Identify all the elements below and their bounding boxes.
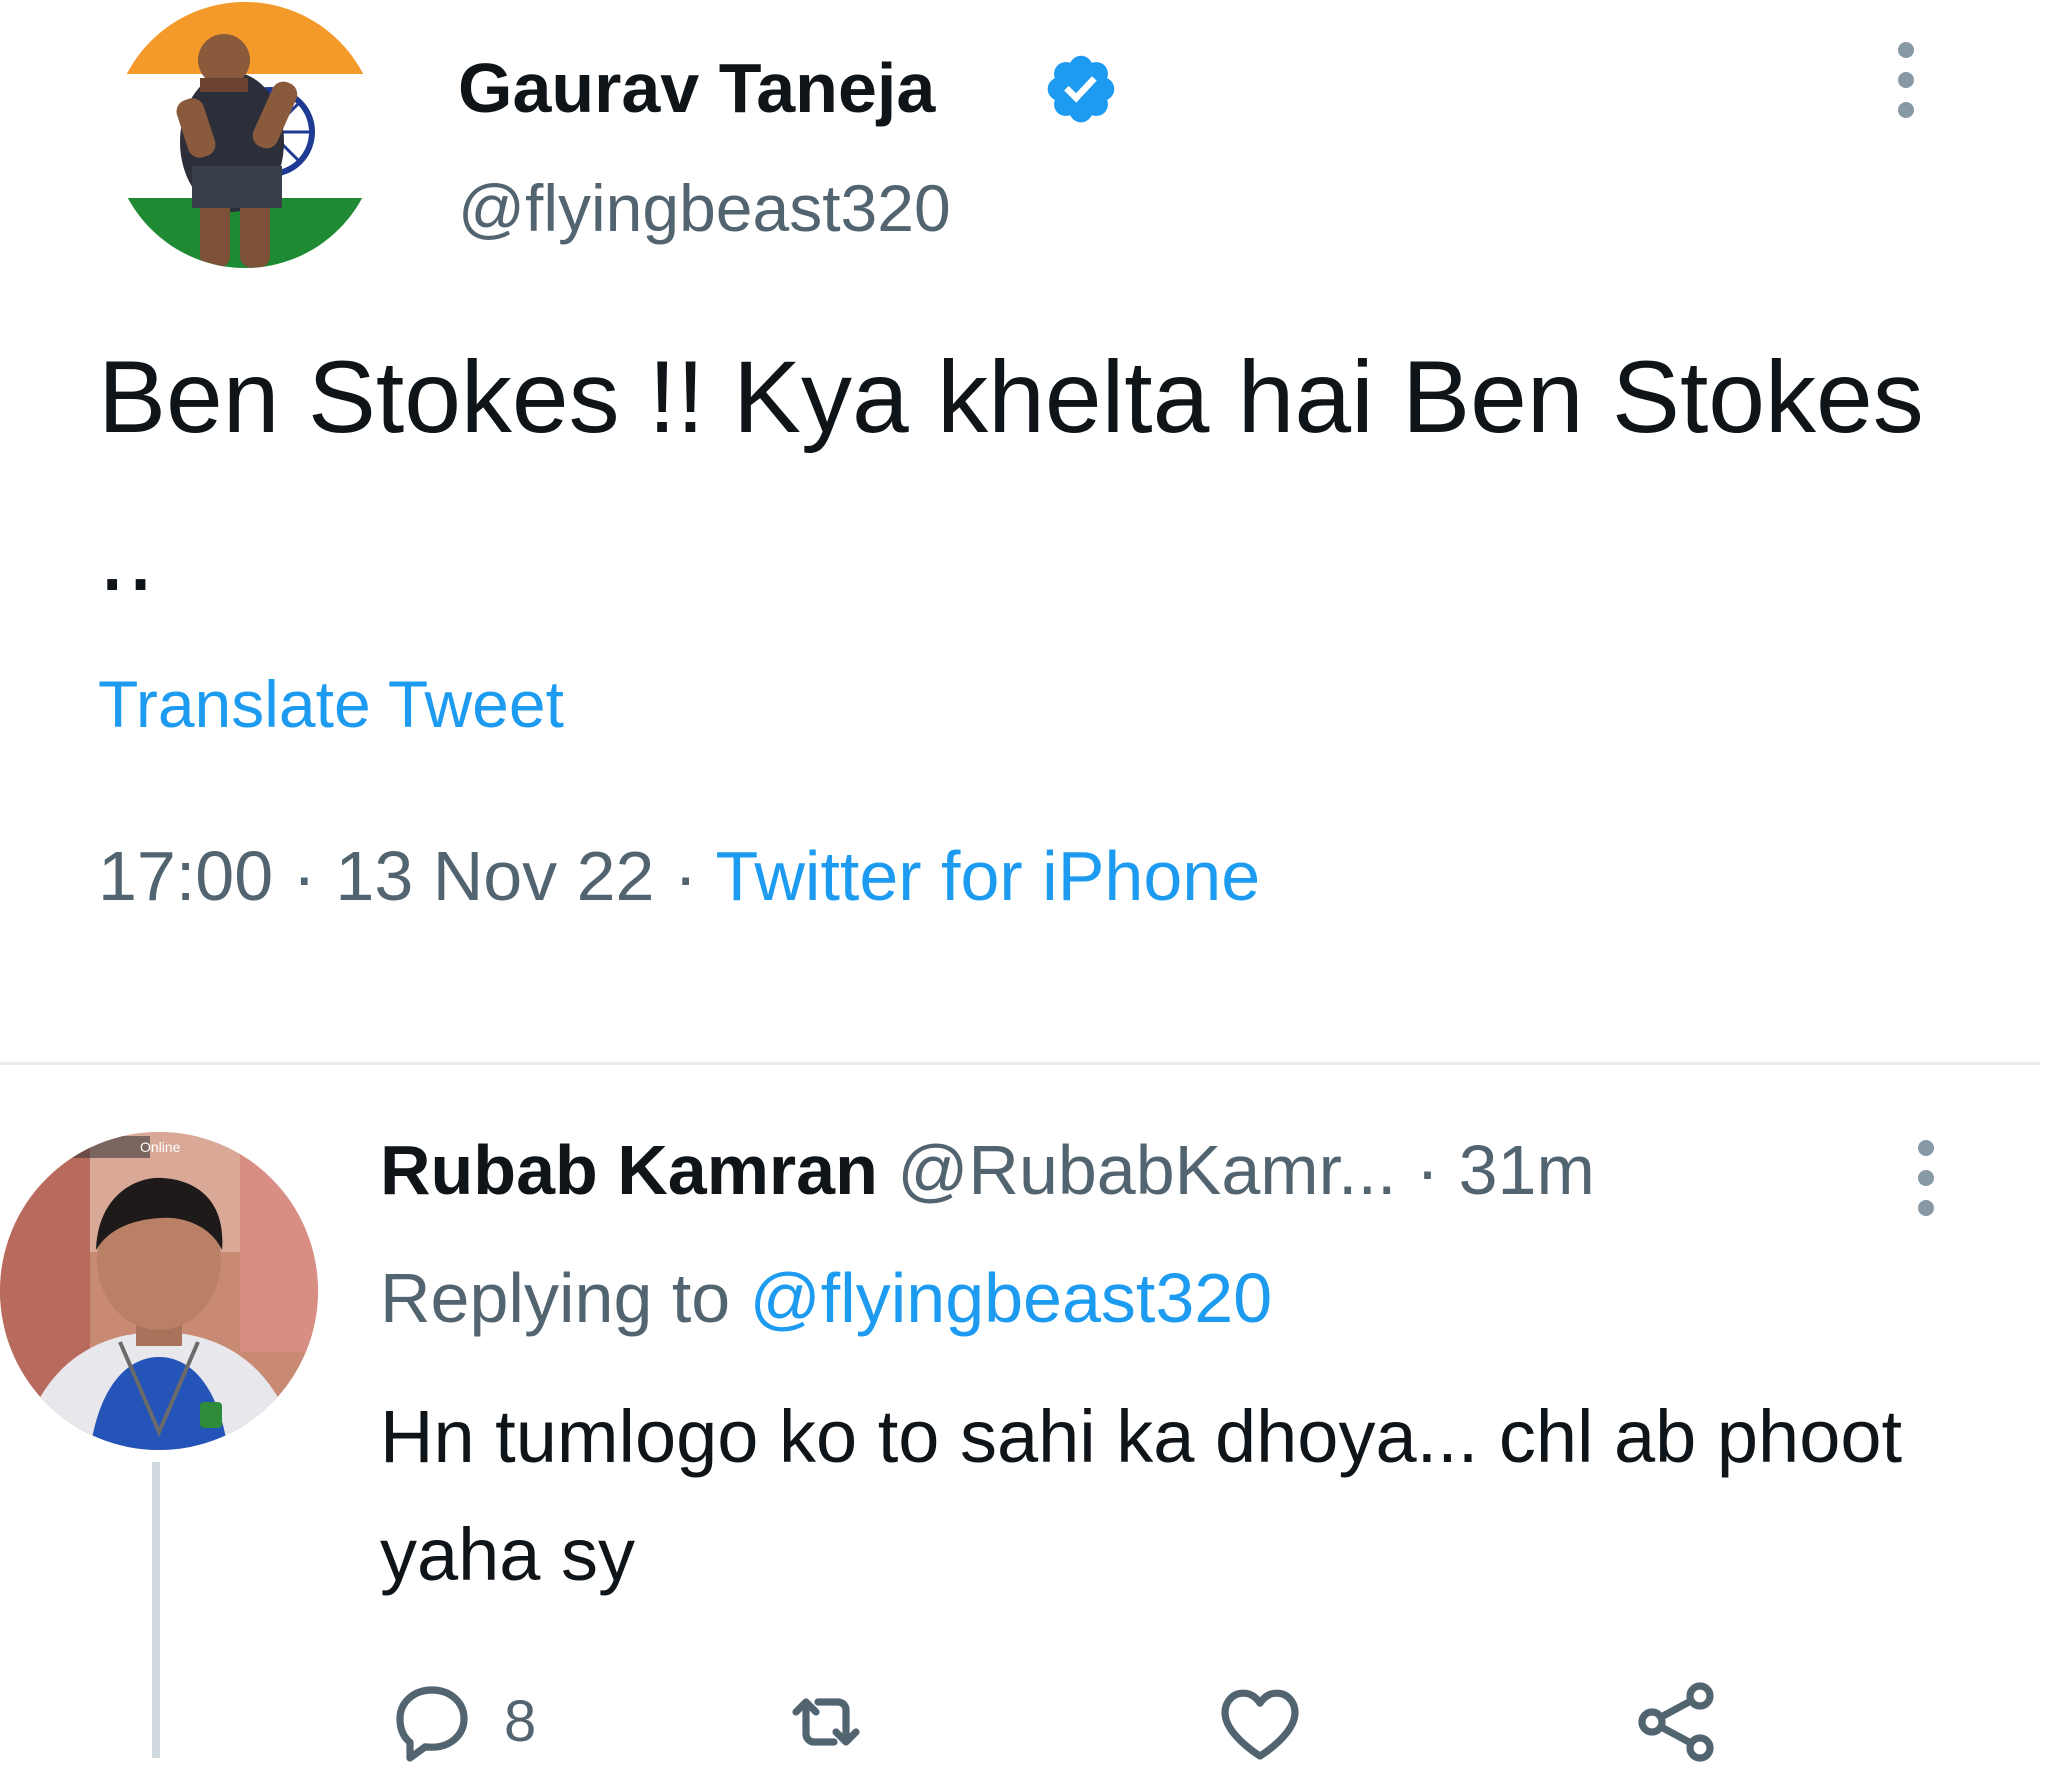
translate-tweet-link[interactable]: Translate Tweet	[98, 664, 564, 744]
tweet-source-link[interactable]: Twitter for iPhone	[715, 837, 1260, 915]
meta-separator: ·	[654, 837, 716, 915]
divider	[0, 1062, 2040, 1065]
replying-to-mention-link[interactable]: @flyingbeast320	[750, 1259, 1273, 1337]
reply-button[interactable]: 8	[384, 1672, 536, 1772]
tweet-metadata: 17:00 · 13 Nov 22 · Twitter for iPhone	[98, 834, 1260, 918]
share-icon	[1638, 1682, 1714, 1762]
replying-to-label: Replying to	[380, 1259, 750, 1337]
share-button[interactable]	[1628, 1672, 1724, 1772]
avatar-overlay-text: Online	[140, 1139, 181, 1155]
tweet-date[interactable]: 13 Nov 22	[335, 837, 654, 915]
reply-count: 8	[504, 1689, 537, 1754]
verified-badge-icon	[1042, 50, 1120, 128]
reply-header: Rubab Kamran @RubabKamr... · 31m	[380, 1128, 1595, 1212]
reply-timestamp[interactable]: 31m	[1459, 1131, 1595, 1209]
meta-separator: ·	[1396, 1131, 1459, 1209]
like-button[interactable]	[1212, 1672, 1308, 1772]
meta-separator: ·	[273, 837, 336, 915]
replying-to: Replying to @flyingbeast320	[380, 1256, 1272, 1340]
reply-text: Hn tumlogo ko to sahi ka dhoya... chl ab…	[380, 1395, 1903, 1596]
more-vertical-icon[interactable]	[1906, 1138, 1946, 1218]
reply-author-handle[interactable]: @RubabKamr...	[897, 1131, 1396, 1209]
retweet-icon	[792, 1698, 860, 1746]
author-name[interactable]: Gaurav Taneja	[458, 46, 935, 130]
author-handle[interactable]: @flyingbeast320	[458, 168, 951, 248]
retweet-button[interactable]	[778, 1672, 874, 1772]
thread-line	[152, 1462, 160, 1758]
reply-author-name[interactable]: Rubab Kamran	[380, 1131, 878, 1209]
reply-author-avatar[interactable]: Online	[0, 1132, 318, 1450]
heart-icon	[1221, 1689, 1299, 1760]
reply-icon	[396, 1686, 468, 1762]
tweet-text: Ben Stokes !! Kya khelta hai Ben Stokes …	[98, 340, 1924, 612]
tweet-time[interactable]: 17:00	[98, 837, 273, 915]
more-vertical-icon[interactable]	[1886, 40, 1926, 120]
author-avatar[interactable]	[112, 2, 378, 268]
